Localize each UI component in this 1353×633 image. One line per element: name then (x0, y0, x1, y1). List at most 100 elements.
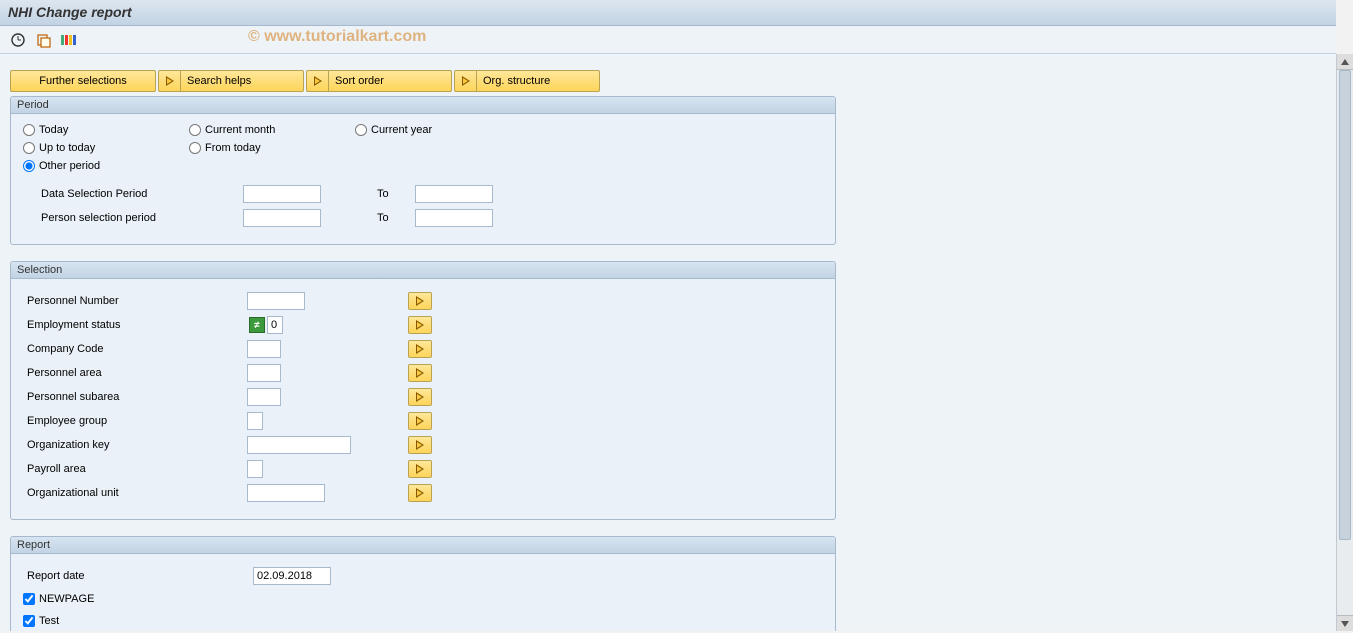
search-helps-button[interactable]: Search helps (158, 70, 304, 92)
radio-today[interactable]: Today (23, 124, 189, 136)
selection-row: Employee group (23, 409, 825, 433)
right-arrow-icon (415, 320, 425, 330)
newpage-checkbox[interactable] (23, 593, 35, 605)
radio-current-year[interactable]: Current year (355, 124, 521, 136)
to-label: To (377, 212, 415, 224)
button-label: Org. structure (483, 75, 550, 87)
right-arrow-icon (415, 488, 425, 498)
field-label: Employee group (27, 415, 247, 427)
field-label: Company Code (27, 343, 247, 355)
selection-row: Personnel subarea (23, 385, 825, 409)
person-selection-to-input[interactable] (415, 209, 493, 227)
report-date-label: Report date (27, 570, 253, 582)
selection-toolbar: Further selections Search helps Sort ord… (10, 70, 1326, 92)
multiple-selection-button[interactable] (408, 460, 432, 478)
selection-row: Personnel area (23, 361, 825, 385)
radio-current-month[interactable]: Current month (189, 124, 355, 136)
data-selection-to-input[interactable] (415, 185, 493, 203)
right-arrow-icon (415, 464, 425, 474)
radio-label: Today (39, 124, 68, 136)
multiple-selection-button[interactable] (408, 340, 432, 358)
field-input[interactable] (247, 388, 281, 406)
right-arrow-icon (307, 71, 329, 91)
page-title: NHI Change report (8, 4, 132, 20)
field-input[interactable] (247, 412, 263, 430)
field-input[interactable] (247, 460, 263, 478)
multiple-selection-button[interactable] (408, 412, 432, 430)
sort-order-button[interactable]: Sort order (306, 70, 452, 92)
radio-label: Current month (205, 124, 275, 136)
period-group: Period Today Current month Current year … (10, 96, 836, 245)
selection-group: Selection Personnel Number Employment sta… (10, 261, 836, 520)
field-label: Payroll area (27, 463, 247, 475)
selection-row: Employment status≠ (23, 313, 825, 337)
right-arrow-icon (415, 440, 425, 450)
field-input[interactable] (267, 316, 283, 334)
vertical-scrollbar[interactable] (1336, 54, 1353, 631)
field-label: Personnel Number (27, 295, 247, 307)
get-variant-icon[interactable] (34, 30, 54, 50)
selection-row: Personnel Number (23, 289, 825, 313)
right-arrow-icon (159, 71, 181, 91)
palette-icon[interactable] (60, 30, 80, 50)
icon-toolbar: © www.tutorialkart.com (0, 26, 1336, 54)
multiple-selection-button[interactable] (408, 364, 432, 382)
to-label: To (377, 188, 415, 200)
field-label: Personnel subarea (27, 391, 247, 403)
newpage-label: NEWPAGE (39, 593, 94, 605)
multiple-selection-button[interactable] (408, 388, 432, 406)
not-equal-icon[interactable]: ≠ (249, 317, 265, 333)
data-selection-from-input[interactable] (243, 185, 321, 203)
report-group: Report Report date NEWPAGE Test (10, 536, 836, 631)
person-selection-from-input[interactable] (243, 209, 321, 227)
selection-row: Organization key (23, 433, 825, 457)
multiple-selection-button[interactable] (408, 292, 432, 310)
field-input[interactable] (247, 484, 325, 502)
radio-other-period[interactable]: Other period (23, 160, 189, 172)
test-label: Test (39, 615, 59, 627)
radio-label: Current year (371, 124, 432, 136)
group-title: Selection (11, 262, 835, 279)
right-arrow-icon (415, 296, 425, 306)
radio-label: Other period (39, 160, 100, 172)
selection-row: Company Code (23, 337, 825, 361)
person-selection-period-label: Person selection period (41, 212, 243, 224)
field-label: Employment status (27, 319, 247, 331)
field-input[interactable] (247, 364, 281, 382)
scroll-down-icon[interactable] (1337, 615, 1353, 631)
multiple-selection-button[interactable] (408, 436, 432, 454)
radio-label: From today (205, 142, 261, 154)
right-arrow-icon (415, 368, 425, 378)
org-structure-button[interactable]: Org. structure (454, 70, 600, 92)
radio-label: Up to today (39, 142, 95, 154)
data-selection-period-label: Data Selection Period (41, 188, 243, 200)
button-label: Sort order (335, 75, 384, 87)
execute-icon[interactable] (8, 30, 28, 50)
field-label: Organizational unit (27, 487, 247, 499)
watermark: © www.tutorialkart.com (248, 28, 426, 46)
field-input[interactable] (247, 292, 305, 310)
right-arrow-icon (455, 71, 477, 91)
right-arrow-icon (415, 344, 425, 354)
field-label: Personnel area (27, 367, 247, 379)
multiple-selection-button[interactable] (408, 484, 432, 502)
field-label: Organization key (27, 439, 247, 451)
content-area: Further selections Search helps Sort ord… (0, 54, 1336, 631)
radio-up-to-today[interactable]: Up to today (23, 142, 189, 154)
test-checkbox[interactable] (23, 615, 35, 627)
selection-row: Payroll area (23, 457, 825, 481)
scroll-up-icon[interactable] (1337, 54, 1353, 70)
button-label: Search helps (187, 75, 251, 87)
multiple-selection-button[interactable] (408, 316, 432, 334)
further-selections-button[interactable]: Further selections (10, 70, 156, 92)
scrollbar-thumb[interactable] (1339, 70, 1351, 540)
selection-row: Organizational unit (23, 481, 825, 505)
radio-from-today[interactable]: From today (189, 142, 355, 154)
group-title: Report (11, 537, 835, 554)
title-bar: NHI Change report (0, 0, 1336, 26)
right-arrow-icon (415, 392, 425, 402)
group-title: Period (11, 97, 835, 114)
field-input[interactable] (247, 436, 351, 454)
field-input[interactable] (247, 340, 281, 358)
report-date-input[interactable] (253, 567, 331, 585)
